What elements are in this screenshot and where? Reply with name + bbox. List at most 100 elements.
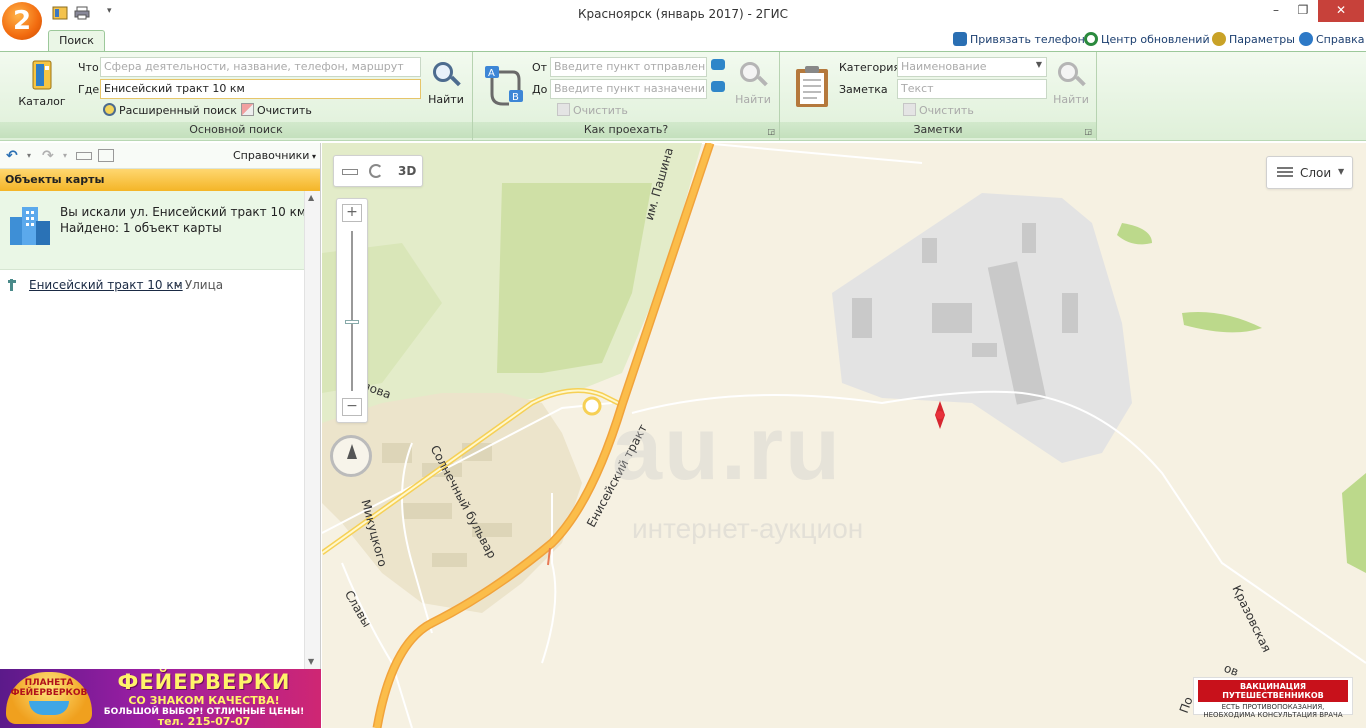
ruler-icon[interactable]: [342, 169, 358, 175]
chevron-down-icon: ▼: [1035, 60, 1042, 69]
buildings-icon: [10, 207, 50, 245]
find-button[interactable]: Найти: [426, 60, 466, 106]
map-ad-block[interactable]: ВАКЦИНАЦИЯ ПУТЕШЕСТВЕННИКОВ ЕСТЬ ПРОТИВО…: [1193, 677, 1353, 719]
expand-icon[interactable]: [98, 149, 114, 162]
location-marker[interactable]: [935, 401, 945, 429]
catalog-icon: [32, 60, 52, 90]
advanced-search-icon: [103, 103, 116, 116]
banner-brand-line1: ПЛАНЕТА: [24, 678, 74, 688]
layers-label: Слои: [1300, 166, 1332, 180]
route-launcher-icon[interactable]: ◲: [767, 127, 775, 136]
clear-search-label: Очистить: [257, 104, 312, 117]
bind-phone-label: Привязать телефон: [970, 33, 1085, 46]
search-icon: [1056, 60, 1086, 90]
route-find-label: Найти: [735, 93, 771, 106]
view-3d-button[interactable]: 3D: [398, 164, 416, 178]
forward-dropdown-icon[interactable]: ▾: [63, 151, 67, 160]
notes-find-button[interactable]: Найти: [1051, 60, 1091, 106]
tab-search[interactable]: Поиск: [48, 30, 105, 52]
minimize-button[interactable]: –: [1266, 0, 1286, 22]
main-search-group: Каталог Что Сфера деятельности, название…: [0, 52, 473, 140]
eraser-icon: [557, 103, 570, 116]
route-clear-link[interactable]: Очистить: [557, 103, 628, 117]
pick-to-on-map-icon[interactable]: [711, 81, 725, 92]
map-canvas[interactable]: [322, 143, 1366, 728]
bind-phone-link[interactable]: Привязать телефон: [953, 32, 1085, 46]
updates-label: Центр обновлений: [1101, 33, 1210, 46]
map-ad-title: ВАКЦИНАЦИЯ ПУТЕШЕСТВЕННИКОВ: [1198, 680, 1348, 702]
forward-icon[interactable]: ↷: [42, 148, 54, 164]
back-dropdown-icon[interactable]: ▾: [27, 151, 31, 160]
layers-icon: [1277, 167, 1293, 179]
notes-group-label: Заметки: [780, 122, 1096, 138]
route-to-input[interactable]: Введите пункт назначения: [550, 79, 707, 99]
compass-icon[interactable]: [330, 435, 372, 477]
note-label: Заметка: [839, 83, 888, 96]
watermark: au.ru: [612, 399, 843, 499]
collapse-icon[interactable]: [76, 152, 92, 160]
catalog-label: Каталог: [18, 95, 66, 108]
map-ad-line1: ЕСТЬ ПРОТИВОПОКАЗАНИЯ,: [1221, 703, 1325, 711]
app-logo[interactable]: 2: [2, 2, 42, 40]
rotate-icon[interactable]: [369, 164, 383, 178]
notes-clear-label: Очистить: [919, 104, 974, 117]
search-icon: [431, 60, 461, 90]
route-group: A B От Введите пункт отправления До Введ…: [473, 52, 780, 140]
watermark-subtitle: интернет-аукцион: [632, 513, 864, 544]
category-select-value: Наименование: [901, 60, 987, 73]
sidebar: ↶ ▾ ↷ ▾ Справочники ▾ Объекты карты Вы и…: [0, 143, 321, 669]
pick-from-on-map-icon[interactable]: [711, 59, 725, 70]
sidebar-scrollbar[interactable]: ▲ ▼: [304, 191, 320, 669]
zoom-slider-handle[interactable]: [345, 320, 359, 324]
zoom-out-button[interactable]: −: [342, 398, 362, 416]
clear-search-link[interactable]: Очистить: [241, 103, 312, 117]
directories-dropdown[interactable]: Справочники ▾: [233, 149, 316, 162]
gear-icon: [1212, 32, 1226, 46]
map-view[interactable]: им. Пашина Енисейский тракт Солнечный бу…: [322, 143, 1366, 728]
back-icon[interactable]: ↶: [6, 148, 18, 164]
banner-phone: тел. 215-07-07: [157, 715, 251, 728]
advanced-search-link[interactable]: Расширенный поиск: [103, 103, 237, 117]
result-type: – Улица: [175, 278, 224, 292]
map-tool-strip: 3D: [333, 155, 423, 187]
main-search-group-label: Основной поиск: [0, 122, 472, 138]
notes-launcher-icon[interactable]: ◲: [1084, 127, 1092, 136]
category-select[interactable]: Наименование ▼: [897, 57, 1047, 77]
notes-icon: [796, 66, 828, 107]
scroll-up-icon[interactable]: ▲: [308, 193, 314, 202]
ad-banner[interactable]: ПЛАНЕТА ФЕЙЕРВЕРКОВ ФЕЙЕРВЕРКИ СО ЗНАКОМ…: [0, 669, 321, 728]
advanced-search-label: Расширенный поиск: [119, 104, 237, 117]
banner-headline: ФЕЙЕРВЕРКИ: [117, 670, 291, 694]
catalog-button[interactable]: Каталог: [16, 58, 68, 108]
note-input[interactable]: Текст: [897, 79, 1047, 99]
eraser-icon: [241, 103, 254, 116]
layers-button[interactable]: Слои ▼: [1266, 156, 1353, 189]
where-label: Где: [78, 83, 100, 96]
route-clear-label: Очистить: [573, 104, 628, 117]
route-find-button[interactable]: Найти: [732, 60, 774, 106]
close-button[interactable]: ✕: [1318, 0, 1364, 22]
refresh-icon: [1084, 32, 1098, 46]
svg-text:A: A: [488, 68, 495, 79]
what-label: Что: [78, 61, 99, 74]
route-from-input[interactable]: Введите пункт отправления: [550, 57, 707, 77]
result-list-item[interactable]: Енисейский тракт 10 км – Улица: [0, 277, 303, 297]
summary-query: Вы искали ул. Енисейский тракт 10 км: [60, 205, 306, 219]
settings-link[interactable]: Параметры: [1212, 32, 1295, 46]
help-link[interactable]: Справка: [1299, 32, 1364, 46]
result-name-link[interactable]: Енисейский тракт 10 км: [29, 278, 183, 292]
help-icon: [1299, 32, 1313, 46]
search-summary: Вы искали ул. Енисейский тракт 10 км Най…: [0, 191, 320, 270]
where-input[interactable]: Енисейский тракт 10 км: [100, 79, 421, 99]
banner-brand-line2: ФЕЙЕРВЕРКОВ: [10, 688, 88, 698]
updates-link[interactable]: Центр обновлений: [1084, 32, 1210, 46]
zoom-control: + −: [336, 198, 368, 423]
zoom-in-button[interactable]: +: [342, 204, 362, 222]
scroll-down-icon[interactable]: ▼: [308, 657, 314, 666]
zoom-slider[interactable]: [351, 231, 353, 391]
what-input[interactable]: Сфера деятельности, название, телефон, м…: [100, 57, 421, 77]
notes-clear-link[interactable]: Очистить: [903, 103, 974, 117]
ribbon: Каталог Что Сфера деятельности, название…: [0, 51, 1366, 141]
maximize-button[interactable]: ❐: [1292, 0, 1314, 22]
sidebar-header: Объекты карты: [0, 169, 320, 191]
